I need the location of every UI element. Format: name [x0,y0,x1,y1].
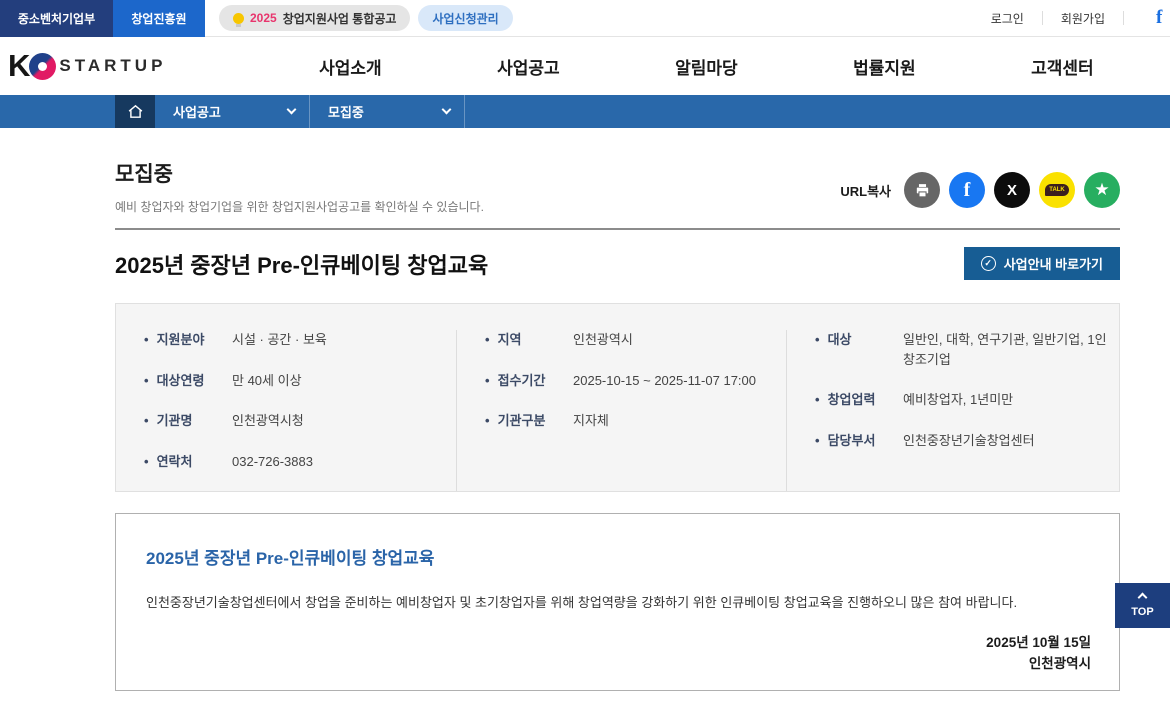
nav-item-business-announcement[interactable]: 사업공고 [439,54,617,79]
nav-item-news[interactable]: 알림마당 [617,54,795,79]
share-row: URL복사 f X TALK ★ [840,172,1120,208]
url-copy-button[interactable]: URL복사 [840,181,891,200]
section-title: 모집중 [115,158,484,188]
info-row-region: 지역 인천광역시 [485,330,786,350]
notice-org: 인천광역시 [146,653,1091,675]
notice-body-text: 인천중장년기술창업센터에서 창업을 준비하는 예비창업자 및 초기창업자를 위해… [146,593,1091,614]
info-label: 기관명 [144,411,232,431]
info-row-target: 대상 일반인, 대학, 연구기관, 일반기업, 1인 창조기업 [815,330,1119,369]
info-label: 접수기간 [485,371,573,391]
utility-topbar: 중소벤처기업부 창업진흥원 2025 창업지원사업 통합공고 사업신청관리 로그… [0,0,1170,37]
info-column-2: 지역 인천광역시 접수기간 2025-10-15 ~ 2025-11-07 17… [456,330,786,491]
info-label: 대상 [815,330,903,369]
notice-body-box: 2025년 중장년 Pre-인큐베이팅 창업교육 인천중장년기술창업센터에서 창… [115,513,1120,691]
kised-link[interactable]: 창업진흥원 [113,0,205,37]
info-label: 기관구분 [485,411,573,431]
info-value: 일반인, 대학, 연구기관, 일반기업, 1인 창조기업 [903,330,1119,369]
business-guide-button[interactable]: ✓ 사업안내 바로가기 [964,247,1120,280]
info-value: 지자체 [573,411,609,431]
apply-manage-pill[interactable]: 사업신청관리 [418,5,512,31]
section-divider [115,228,1120,230]
guide-button-label: 사업안내 바로가기 [1004,254,1103,273]
info-column-1: 지원분야 시설 · 공간 · 보육 대상연령 만 40세 이상 기관명 인천광역… [116,330,456,491]
topbar-right: 로그인 회원가입 f [991,7,1170,29]
main-nav: 사업소개 사업공고 알림마당 법률지원 고객센터 [261,54,1151,79]
info-label: 지역 [485,330,573,350]
info-row-department: 담당부서 인천중장년기술창업센터 [815,431,1119,451]
info-value: 2025-10-15 ~ 2025-11-07 17:00 [573,371,756,391]
section-head-left: 모집중 예비 창업자와 창업기업을 위한 창업지원사업공고를 확인하실 수 있습… [115,158,484,215]
scroll-to-top-button[interactable]: TOP [1115,583,1170,628]
chevron-down-icon [442,105,452,115]
title-row: 2025년 중장년 Pre-인큐베이팅 창업교육 ✓ 사업안내 바로가기 [115,247,1120,280]
unified-notice-pill[interactable]: 2025 창업지원사업 통합공고 [219,5,410,31]
notice-signature: 2025년 10월 15일 인천광역시 [146,632,1091,675]
login-link[interactable]: 로그인 [991,10,1024,27]
printer-icon [914,182,931,199]
signup-link[interactable]: 회원가입 [1061,10,1105,27]
home-button[interactable] [115,95,155,128]
info-row-support-field: 지원분야 시설 · 공간 · 보육 [144,330,456,350]
section-head: 모집중 예비 창업자와 창업기업을 위한 창업지원사업공고를 확인하실 수 있습… [115,158,1120,215]
taegeuk-logo-icon [29,53,56,80]
breadcrumb-dropdown-announcement[interactable]: 사업공고 [155,95,310,128]
info-value: 시설 · 공간 · 보육 [232,330,327,350]
top-button-label: TOP [1131,606,1153,618]
breadcrumb-subnav: 사업공고 모집중 [0,95,1170,128]
nav-item-customer-center[interactable]: 고객센터 [973,54,1151,79]
page-title: 2025년 중장년 Pre-인큐베이팅 창업교육 [115,248,488,280]
logo-k-letter: K [8,48,31,84]
notice-text: 창업지원사업 통합공고 [283,10,397,27]
notice-title: 2025년 중장년 Pre-인큐베이팅 창업교육 [146,544,1091,569]
chevron-up-icon [1138,592,1148,602]
info-row-agency-type: 기관구분 지자체 [485,411,786,431]
info-value: 만 40세 이상 [232,371,302,391]
facebook-share-button[interactable]: f [949,172,985,208]
info-row-contact: 연락처 032-726-3883 [144,452,456,472]
info-label: 대상연령 [144,371,232,391]
gov-ministry-link[interactable]: 중소벤처기업부 [0,0,113,37]
lightbulb-icon [233,13,244,24]
info-label: 연락처 [144,452,232,472]
x-share-button[interactable]: X [994,172,1030,208]
breadcrumb-label: 사업공고 [173,102,221,121]
check-circle-icon: ✓ [981,256,996,271]
info-value: 예비창업자, 1년미만 [903,390,1013,410]
info-row-business-age: 창업업력 예비창업자, 1년미만 [815,390,1119,410]
logo-wordmark: STARTUP [59,56,166,76]
info-row-application-period: 접수기간 2025-10-15 ~ 2025-11-07 17:00 [485,371,786,391]
info-value: 인천광역시청 [232,411,304,431]
band-share-button[interactable]: ★ [1084,172,1120,208]
divider [1042,11,1043,25]
spacer [0,95,115,128]
kstartup-logo[interactable]: K STARTUP [0,48,166,84]
nav-item-business-intro[interactable]: 사업소개 [261,54,439,79]
info-label: 지원분야 [144,330,232,350]
main-content: 모집중 예비 창업자와 창업기업을 위한 창업지원사업공고를 확인하실 수 있습… [115,158,1120,691]
kakao-talk-icon: TALK [1045,184,1069,196]
chevron-down-icon [287,105,297,115]
info-label: 창업업력 [815,390,903,410]
notice-year: 2025 [250,11,277,25]
info-value: 인천중장년기술창업센터 [903,431,1035,451]
nav-item-legal-support[interactable]: 법률지원 [795,54,973,79]
info-column-3: 대상 일반인, 대학, 연구기관, 일반기업, 1인 창조기업 창업업력 예비창… [786,330,1119,491]
section-description: 예비 창업자와 창업기업을 위한 창업지원사업공고를 확인하실 수 있습니다. [115,198,484,215]
breadcrumb-dropdown-recruiting[interactable]: 모집중 [310,95,465,128]
breadcrumb-label: 모집중 [328,102,364,121]
divider [1123,11,1124,25]
info-row-target-age: 대상연령 만 40세 이상 [144,371,456,391]
print-button[interactable] [904,172,940,208]
program-info-box: 지원분야 시설 · 공간 · 보육 대상연령 만 40세 이상 기관명 인천광역… [115,303,1120,492]
info-value: 032-726-3883 [232,452,313,472]
site-header: K STARTUP 사업소개 사업공고 알림마당 법률지원 고객센터 [0,37,1170,95]
kakao-share-button[interactable]: TALK [1039,172,1075,208]
home-icon [127,103,144,120]
info-value: 인천광역시 [573,330,633,350]
info-label: 담당부서 [815,431,903,451]
facebook-icon[interactable]: f [1156,7,1170,29]
info-row-agency-name: 기관명 인천광역시청 [144,411,456,431]
notice-date: 2025년 10월 15일 [146,632,1091,654]
